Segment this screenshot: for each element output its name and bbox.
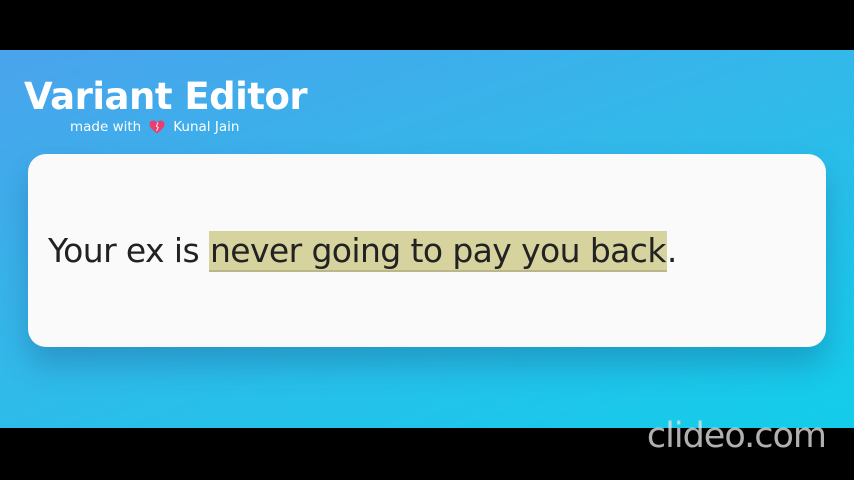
credit-prefix: made with [70, 119, 142, 135]
text-after: . [666, 231, 677, 270]
editor-text[interactable]: Your ex is never going to pay you back. [48, 223, 677, 279]
app-title: Variant Editor [24, 75, 308, 118]
credit-author: Kunal Jain [173, 119, 240, 135]
credit-line: made with Kunal Jain [70, 118, 239, 136]
watermark-logo: clideo.com [646, 416, 827, 456]
app-background: Variant Editor made with Kunal Jain Your… [0, 50, 854, 428]
text-before: Your ex is [48, 231, 209, 270]
heart-icon [149, 120, 165, 134]
editor-card[interactable]: Your ex is never going to pay you back. [28, 154, 826, 347]
variant-highlight[interactable]: never going to pay you back [208, 231, 667, 272]
video-frame: Variant Editor made with Kunal Jain Your… [0, 0, 854, 480]
